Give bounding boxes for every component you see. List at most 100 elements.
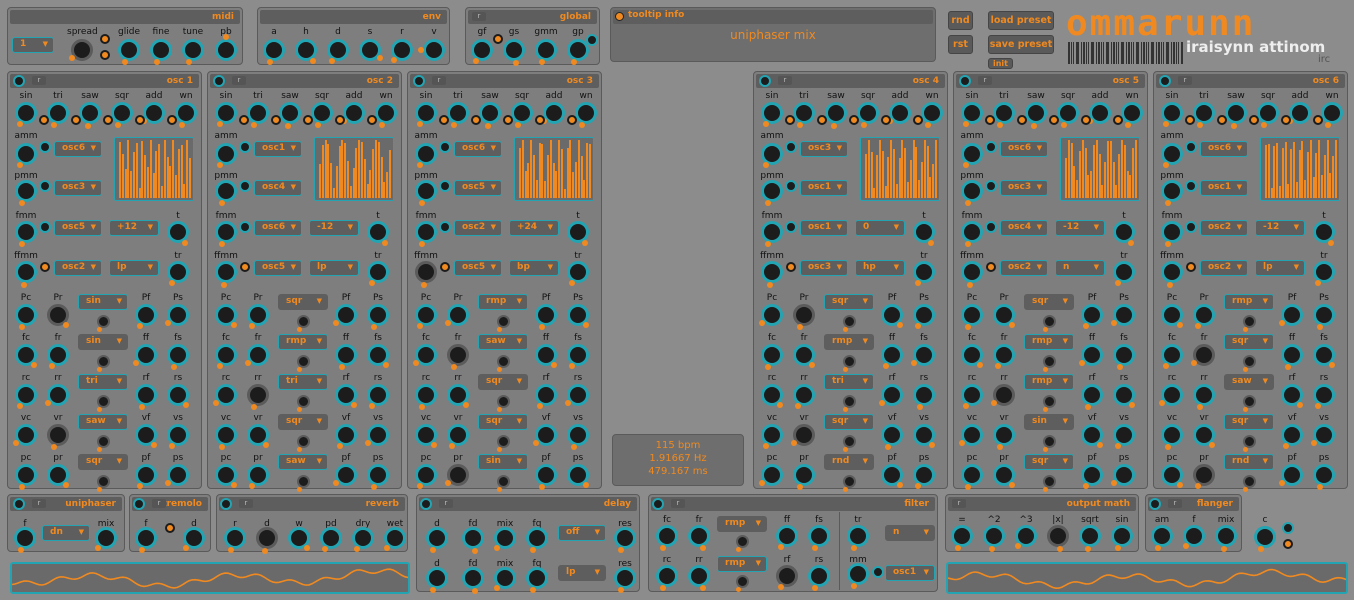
osc-3-mod-wave-3[interactable]: sqr ▼ — [478, 414, 528, 430]
osc-2-mod-depth-4[interactable] — [296, 474, 310, 488]
osc-4-wave-led-4[interactable] — [881, 115, 891, 125]
osc-3-r-button[interactable]: r — [432, 76, 446, 85]
osc-1-pmm-source[interactable]: osc3 ▼ — [54, 180, 102, 196]
osc-5-pmm-knob[interactable] — [961, 180, 983, 202]
fine-knob[interactable] — [150, 39, 172, 61]
osc-4-pr-knob[interactable] — [793, 464, 815, 486]
osc-5-pmm-source[interactable]: osc3 ▼ — [1000, 180, 1048, 196]
osc-1-mod-wave-3[interactable]: saw ▼ — [78, 414, 128, 430]
osc-3-amm-source[interactable]: osc6 ▼ — [454, 141, 502, 157]
osc-4-mod-wave-3[interactable]: sqr ▼ — [824, 414, 874, 430]
osc-4-fmm-knob[interactable] — [761, 221, 783, 243]
osc-5-mod-wave-2[interactable]: rmp ▼ — [1024, 374, 1074, 390]
delay-mode-select[interactable]: off ▼ — [558, 525, 606, 541]
delay-fd-knob-1[interactable] — [462, 567, 484, 589]
osc-3-wave-led-2[interactable] — [471, 115, 481, 125]
osc-2-ff-knob[interactable] — [335, 344, 357, 366]
delay-power-toggle[interactable] — [420, 498, 432, 510]
osc-6-pmm-knob[interactable] — [1161, 180, 1183, 202]
osc-6-pmm-source[interactable]: osc1 ▼ — [1200, 180, 1248, 196]
osc-5-wave-led-4[interactable] — [1081, 115, 1091, 125]
osc-2-pmm-toggle[interactable] — [239, 180, 251, 192]
osc-6-ffmm-source[interactable]: osc2 ▼ — [1200, 260, 1248, 276]
osc-4-sqr-knob[interactable] — [857, 102, 879, 124]
osc-2-Ps-knob[interactable] — [367, 304, 389, 326]
osc-6-mod-wave-1[interactable]: sqr ▼ — [1224, 334, 1274, 350]
osc-1-vr-knob[interactable] — [47, 424, 69, 446]
filter-type-select[interactable]: n ▼ — [885, 525, 935, 541]
osc-5-mod-depth-0[interactable] — [1042, 314, 1056, 328]
osc-2-mod-depth-0[interactable] — [296, 314, 310, 328]
osc-6-mod-depth-4[interactable] — [1242, 474, 1256, 488]
osc-5-fmm-knob[interactable] — [961, 221, 983, 243]
osc-2-ffmm-led[interactable] — [240, 262, 250, 272]
flanger-c-knob[interactable] — [1254, 526, 1276, 548]
osc-2-ffmm-source[interactable]: osc5 ▼ — [254, 260, 302, 276]
midi-spread-led-2[interactable] — [100, 50, 110, 60]
osc-6-mod-depth-1[interactable] — [1242, 354, 1256, 368]
tremolo-power-toggle[interactable] — [133, 498, 145, 510]
osc-5-ffmm-filter[interactable]: n ▼ — [1055, 260, 1105, 276]
output-math-1-knob[interactable] — [983, 525, 1005, 547]
uniphaser-r-button[interactable]: r — [32, 499, 46, 508]
osc-3-saw-knob[interactable] — [479, 102, 501, 124]
osc-6-vc-knob[interactable] — [1161, 424, 1183, 446]
osc-6-mod-depth-3[interactable] — [1242, 434, 1256, 448]
osc-3-mod-depth-2[interactable] — [496, 394, 510, 408]
osc-2-amm-source[interactable]: osc1 ▼ — [254, 141, 302, 157]
osc-2-mod-depth-1[interactable] — [296, 354, 310, 368]
osc-3-fmm-toggle[interactable] — [439, 221, 451, 233]
osc-5-amm-source[interactable]: osc6 ▼ — [1000, 141, 1048, 157]
osc-2-fmm-knob[interactable] — [215, 221, 237, 243]
osc-5-wave-led-2[interactable] — [1017, 115, 1027, 125]
osc-5-mod-depth-3[interactable] — [1042, 434, 1056, 448]
osc-2-saw-knob[interactable] — [279, 102, 301, 124]
osc-4-rs-knob[interactable] — [913, 384, 935, 406]
osc-2-sqr-knob[interactable] — [311, 102, 333, 124]
osc-2-ffmm-knob[interactable] — [215, 261, 237, 283]
osc-2-wn-knob[interactable] — [375, 102, 397, 124]
osc-5-fs-knob[interactable] — [1113, 344, 1135, 366]
osc-6-tri-knob[interactable] — [1193, 102, 1215, 124]
osc-3-amm-toggle[interactable] — [439, 141, 451, 153]
osc-3-ffmm-filter[interactable]: bp ▼ — [509, 260, 559, 276]
osc-1-ffmm-knob[interactable] — [15, 261, 37, 283]
filter-fc-knob[interactable] — [656, 525, 678, 547]
osc-2-rr-knob[interactable] — [247, 384, 269, 406]
osc-1-mod-wave-4[interactable]: sqr ▼ — [78, 454, 128, 470]
osc-2-wave-led-2[interactable] — [271, 115, 281, 125]
osc-6-fmm-toggle[interactable] — [1185, 221, 1197, 233]
osc-5-power-toggle[interactable] — [959, 75, 971, 87]
osc-3-mod-depth-3[interactable] — [496, 434, 510, 448]
osc-6-wave-led-5[interactable] — [1313, 115, 1323, 125]
osc-4-ffmm-led[interactable] — [786, 262, 796, 272]
osc-5-saw-knob[interactable] — [1025, 102, 1047, 124]
filter-rc-knob[interactable] — [656, 565, 678, 587]
osc-2-power-toggle[interactable] — [213, 75, 225, 87]
osc-4-saw-knob[interactable] — [825, 102, 847, 124]
filter-rr-knob[interactable] — [688, 565, 710, 587]
osc-6-amm-toggle[interactable] — [1185, 141, 1197, 153]
osc-4-mod-wave-0[interactable]: sqr ▼ — [824, 294, 874, 310]
osc-6-ps-knob[interactable] — [1313, 464, 1335, 486]
osc-1-mod-depth-3[interactable] — [96, 434, 110, 448]
osc-5-rf-knob[interactable] — [1081, 384, 1103, 406]
flanger-mix-knob[interactable] — [1215, 525, 1237, 547]
osc-5-wave-led-5[interactable] — [1113, 115, 1123, 125]
osc-3-Pf-knob[interactable] — [535, 304, 557, 326]
osc-4-mod-wave-2[interactable]: tri ▼ — [824, 374, 874, 390]
osc-5-ffmm-knob[interactable] — [961, 261, 983, 283]
osc-3-rc-knob[interactable] — [415, 384, 437, 406]
osc-4-mod-wave-1[interactable]: rmp ▼ — [824, 334, 874, 350]
delay-res-knob-1[interactable] — [614, 567, 636, 589]
osc-3-sqr-knob[interactable] — [511, 102, 533, 124]
osc-3-wn-knob[interactable] — [575, 102, 597, 124]
osc-3-fmm-source[interactable]: osc2 ▼ — [454, 220, 502, 236]
tremolo-r-button[interactable]: r — [152, 499, 166, 508]
output-math-4-knob[interactable] — [1079, 525, 1101, 547]
load-preset-button[interactable]: load preset — [988, 11, 1054, 30]
osc-1-fmm-ratio[interactable]: +12 ▼ — [109, 220, 159, 236]
osc-3-fmm-ratio[interactable]: +24 ▼ — [509, 220, 559, 236]
osc-1-wave-led-2[interactable] — [71, 115, 81, 125]
osc-2-mod-wave-0[interactable]: sqr ▼ — [278, 294, 328, 310]
